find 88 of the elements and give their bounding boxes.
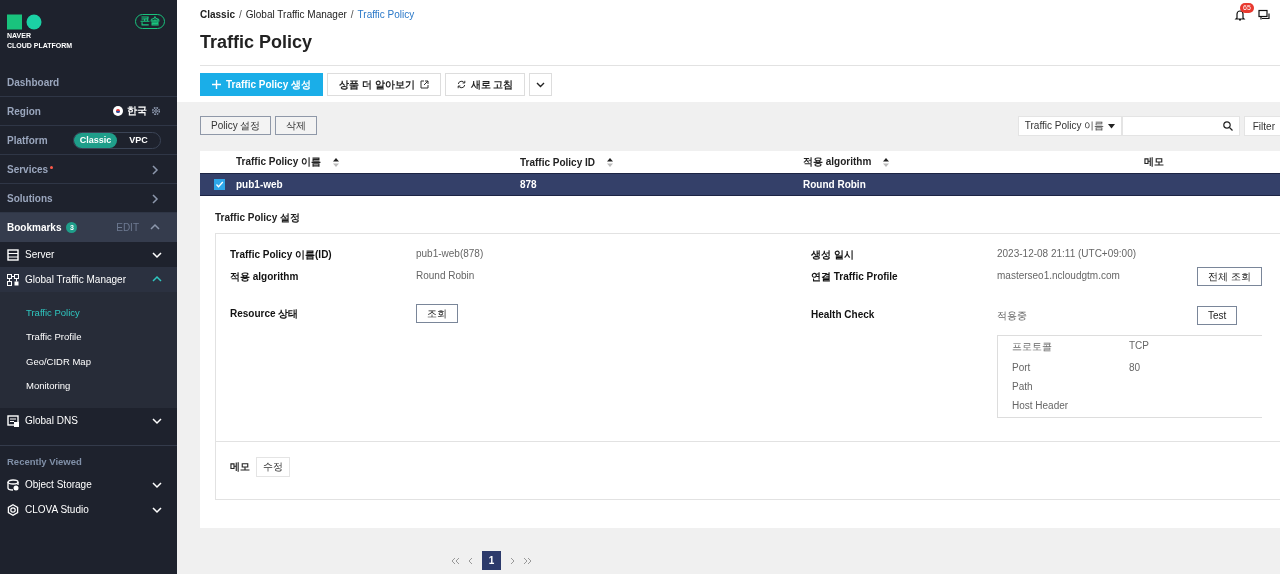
- toolbar-button[interactable]: 삭제: [275, 116, 318, 135]
- field-value: pub1-web(878): [416, 248, 485, 261]
- chevron-down-icon[interactable]: [151, 249, 163, 260]
- field-value: masterseo1.ncloudgtm.com: [997, 270, 1121, 283]
- nav-label: Region: [7, 105, 41, 117]
- field-label: 적용 algorithm: [230, 270, 300, 284]
- chat-icon[interactable]: [1258, 9, 1270, 21]
- network-icon: [7, 273, 19, 286]
- page-title: Traffic Policy: [200, 32, 314, 54]
- breadcrumb-link[interactable]: Traffic Policy: [357, 9, 415, 28]
- logo-icon: [7, 14, 43, 30]
- bookmarks-label[interactable]: Bookmarks: [7, 222, 62, 233]
- sort-icon[interactable]: [607, 157, 614, 167]
- table-cell-text: 878: [520, 179, 538, 190]
- field-value: 적용중: [997, 309, 1028, 323]
- server-icon: [7, 248, 19, 261]
- toolbar-button[interactable]: Policy 설정: [200, 116, 272, 135]
- caret-down-icon: [1107, 123, 1115, 129]
- breadcrumb-separator: /: [350, 9, 354, 22]
- menu-item[interactable]: Global DNS: [25, 415, 78, 426]
- external-link-icon: [419, 80, 429, 89]
- column-header[interactable]: Traffic Policy 이름: [236, 155, 340, 169]
- breadcrumb-link[interactable]: Global Traffic Manager: [245, 9, 347, 28]
- column-header[interactable]: Traffic Policy ID: [520, 156, 614, 168]
- field-label: Port: [1012, 362, 1032, 373]
- field-value: 2023-12-08 21:11 (UTC+09:00): [997, 248, 1138, 261]
- field-value: 80: [1129, 362, 1142, 373]
- field-label: 프로토콜: [1012, 340, 1053, 354]
- check-icon: [215, 180, 224, 189]
- nav-label[interactable]: Solutions: [7, 192, 53, 204]
- flag-icon: [113, 106, 123, 116]
- chevron-right-icon[interactable]: [149, 163, 161, 175]
- menu-item[interactable]: Server: [25, 249, 55, 260]
- filter-button[interactable]: Filter: [1243, 116, 1280, 136]
- table-cell-text: Round Robin: [803, 179, 867, 190]
- nav-label[interactable]: Services: [7, 163, 49, 175]
- action-button[interactable]: Test: [1197, 306, 1238, 325]
- region-value[interactable]: 한국: [127, 104, 147, 118]
- chevron-down-icon[interactable]: [151, 479, 163, 490]
- platform-option[interactable]: VPC: [117, 132, 160, 148]
- field-label: Health Check: [811, 309, 876, 322]
- breadcrumb-separator: /: [239, 9, 242, 22]
- menu-item[interactable]: Object Storage: [25, 479, 92, 490]
- chevron-down-icon[interactable]: [151, 504, 163, 515]
- field-value: Round Robin: [416, 270, 476, 283]
- action-button[interactable]: 상품 더 알아보기: [327, 73, 441, 96]
- checkbox[interactable]: [214, 179, 225, 190]
- bell-icon[interactable]: [1234, 9, 1246, 21]
- nav-label: Platform: [7, 134, 48, 146]
- table-row[interactable]: pub1-web 878 Round Robin: [200, 173, 1280, 196]
- field-label: 생성 일시: [811, 248, 855, 262]
- action-button[interactable]: 전체 조회: [1197, 267, 1262, 286]
- plus-icon: [212, 80, 221, 89]
- page-button[interactable]: 1: [482, 551, 501, 570]
- menu-item[interactable]: CLOVA Studio: [25, 504, 89, 515]
- search-select[interactable]: Traffic Policy 이름: [1017, 116, 1122, 136]
- submenu-item[interactable]: Monitoring: [0, 373, 177, 398]
- action-button[interactable]: 새로 고침: [444, 73, 526, 96]
- table-cell-text: pub1-web: [236, 179, 284, 190]
- field-value: TCP: [1129, 340, 1150, 353]
- hexagon-icon: [7, 503, 19, 516]
- sort-icon[interactable]: [333, 157, 340, 167]
- field-label: Path: [1012, 381, 1034, 392]
- column-header[interactable]: 적용 algorithm: [803, 155, 890, 169]
- field-label: 메모: [230, 460, 250, 474]
- breadcrumb-link[interactable]: Classic: [200, 9, 236, 28]
- chevron-down-icon[interactable]: [151, 415, 163, 426]
- field-label: Traffic Policy 이름(ID): [230, 248, 333, 262]
- submenu-item[interactable]: Traffic Policy: [0, 300, 177, 325]
- sort-icon[interactable]: [883, 157, 890, 167]
- submenu-item[interactable]: Geo/CIDR Map: [0, 349, 177, 374]
- more-button[interactable]: [529, 73, 553, 96]
- section-title: Traffic Policy 설정: [215, 211, 302, 225]
- section-label: Recently Viewed: [6, 455, 83, 469]
- database-icon: [7, 478, 19, 491]
- field-label: 연결 Traffic Profile: [811, 270, 899, 284]
- field-label: Resource 상태: [230, 307, 300, 321]
- refresh-icon: [456, 80, 466, 89]
- field-label: Host Header: [1012, 400, 1070, 411]
- column-header: 메모: [1143, 155, 1164, 169]
- document-icon: [7, 414, 19, 427]
- edit-button[interactable]: 수정: [256, 457, 290, 477]
- action-button[interactable]: 조회: [416, 304, 458, 323]
- chevron-right-icon[interactable]: [149, 192, 161, 204]
- search-field[interactable]: [1121, 116, 1240, 136]
- submenu-item[interactable]: Traffic Profile: [0, 324, 177, 349]
- nav-label[interactable]: Dashboard: [7, 76, 60, 88]
- search-icon[interactable]: [1222, 121, 1233, 131]
